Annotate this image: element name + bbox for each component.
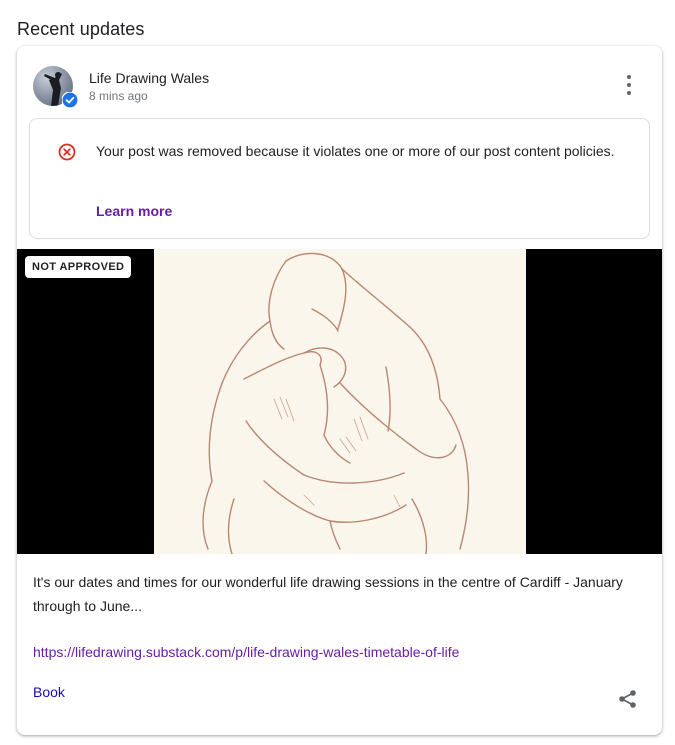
learn-more-link[interactable]: Learn more (96, 203, 172, 219)
post-header: Life Drawing Wales 8 mins ago (17, 46, 662, 118)
post-photo (154, 249, 526, 555)
figure-sketch (202, 252, 470, 555)
author-name[interactable]: Life Drawing Wales (89, 70, 209, 86)
share-button[interactable] (618, 689, 638, 709)
post-timestamp: 8 mins ago (89, 89, 148, 103)
book-button[interactable]: Book (33, 684, 65, 700)
avatar[interactable] (33, 66, 78, 108)
section-title: Recent updates (17, 19, 145, 39)
not-approved-badge: NOT APPROVED (25, 256, 132, 278)
post-media[interactable]: NOT APPROVED (17, 249, 662, 555)
verified-badge-icon (62, 92, 78, 108)
post-link[interactable]: https://lifedrawing.substack.com/p/life-… (33, 644, 459, 660)
removal-message: Your post was removed because it violate… (96, 143, 615, 159)
more-vert-icon (627, 75, 631, 95)
more-options-button[interactable] (622, 74, 636, 96)
share-icon (619, 690, 636, 708)
post-summary: It's our dates and times for our wonderf… (33, 574, 623, 614)
removal-notice: Your post was removed because it violate… (29, 118, 650, 239)
error-circle-icon (58, 143, 76, 161)
update-card: Life Drawing Wales 8 mins ago Your post … (17, 46, 662, 735)
